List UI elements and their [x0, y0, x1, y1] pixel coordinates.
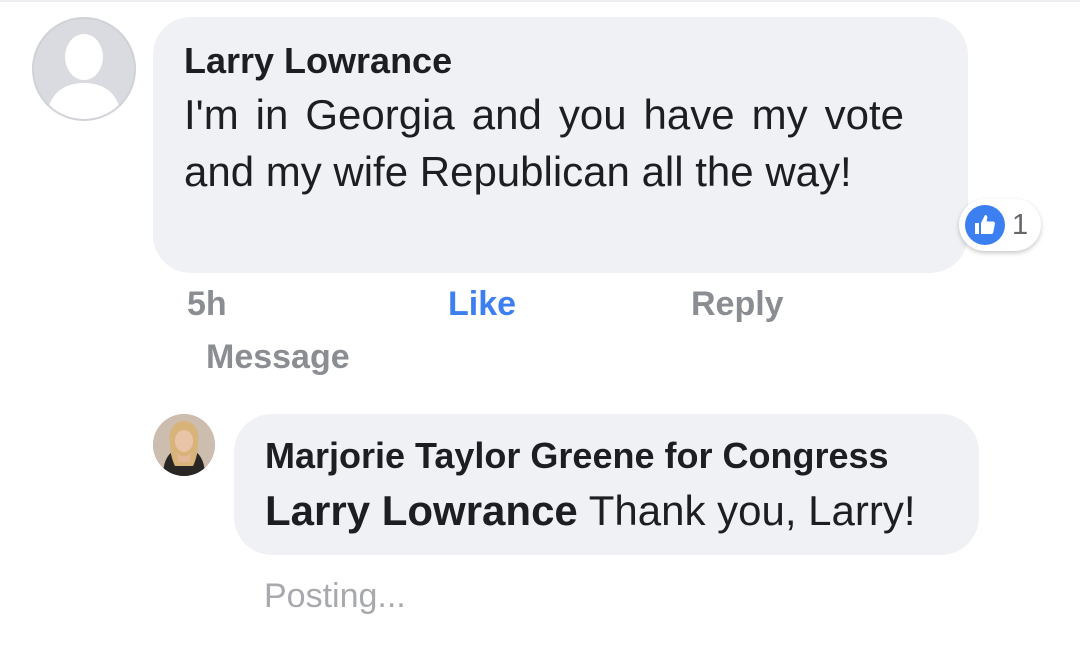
- reply-button[interactable]: Reply: [691, 284, 784, 324]
- page-avatar[interactable]: [153, 414, 215, 476]
- top-divider: [0, 0, 1080, 2]
- comment-bubble: Larry Lowrance I'm in Georgia and you ha…: [153, 17, 968, 273]
- reply-text: Larry Lowrance Thank you, Larry!: [265, 484, 959, 538]
- default-profile-icon: [32, 17, 136, 121]
- message-button[interactable]: Message: [206, 337, 350, 377]
- reaction-count: 1: [1012, 208, 1029, 241]
- thumbs-up-icon: [965, 205, 1005, 245]
- reply-author[interactable]: Marjorie Taylor Greene for Congress: [265, 434, 959, 478]
- profile-photo-icon: [153, 414, 215, 476]
- comment-text: I'm in Georgia and you have my vote and …: [184, 91, 904, 195]
- posting-status: Posting...: [264, 577, 406, 615]
- reply-mention[interactable]: Larry Lowrance: [265, 487, 578, 534]
- avatar[interactable]: [32, 17, 136, 121]
- reaction-summary[interactable]: 1: [959, 199, 1041, 251]
- comment-timestamp: 5h: [187, 285, 227, 323]
- reply-bubble: Marjorie Taylor Greene for Congress Larr…: [234, 414, 979, 555]
- reply-message: Thank you, Larry!: [577, 487, 916, 534]
- like-button[interactable]: Like: [448, 284, 516, 324]
- comment-author[interactable]: Larry Lowrance: [184, 39, 938, 83]
